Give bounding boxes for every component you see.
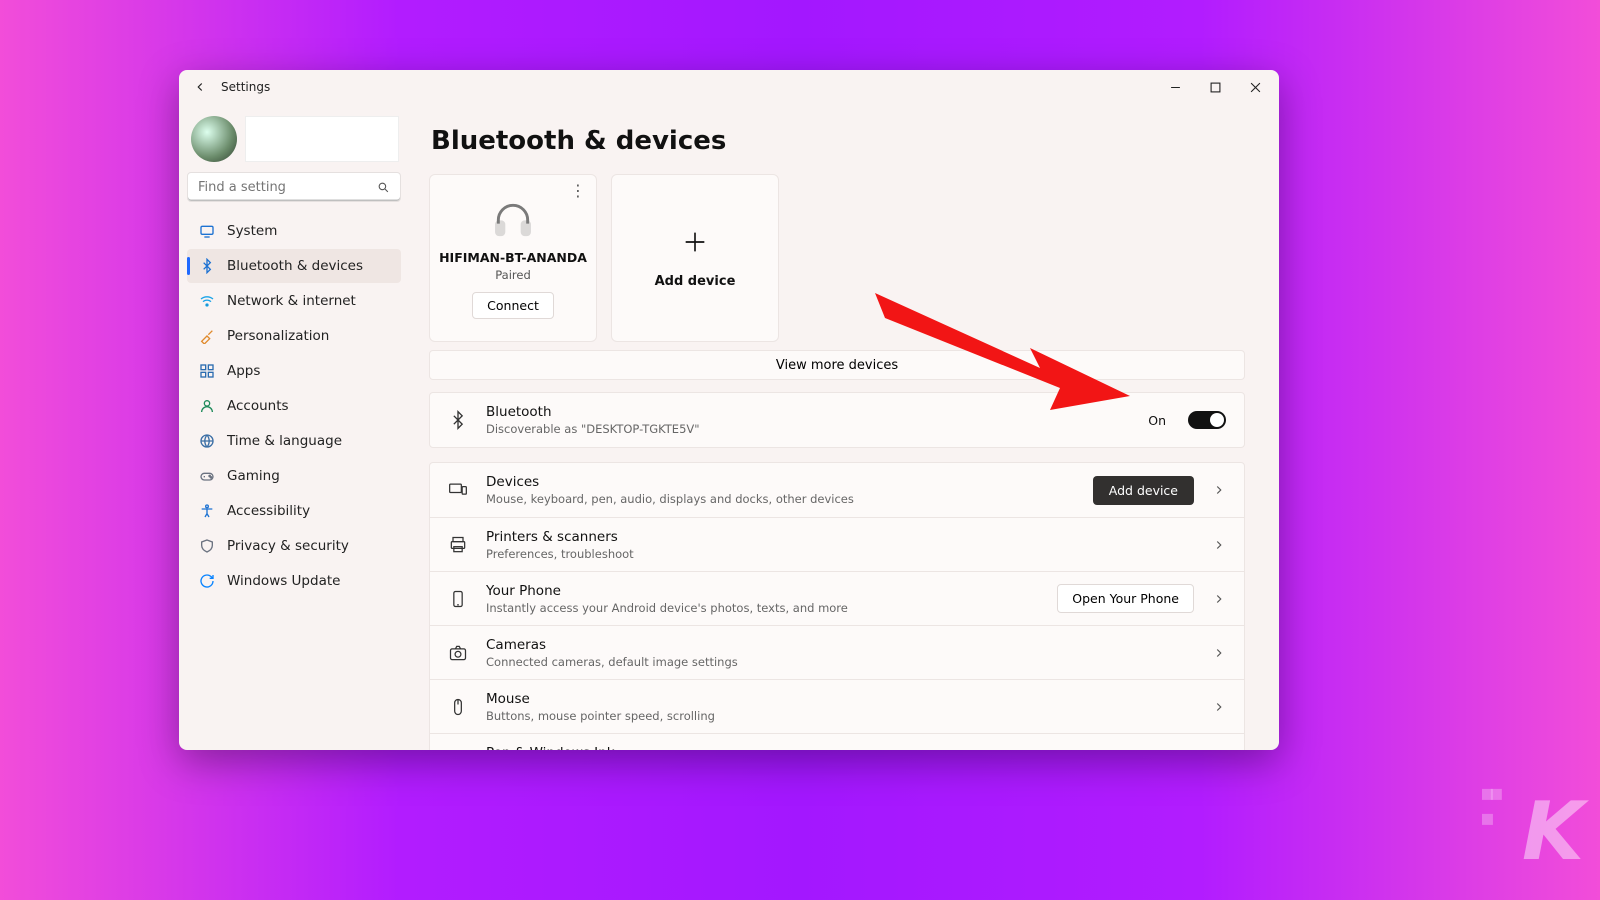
row-subtitle: Buttons, mouse pointer speed, scrolling xyxy=(486,709,1194,723)
devices-icon xyxy=(448,480,468,500)
settings-row-mouse[interactable]: Mouse Buttons, mouse pointer speed, scrol… xyxy=(430,679,1244,733)
sidebar-item-wifi[interactable]: Network & internet xyxy=(187,284,401,318)
row-subtitle: Mouse, keyboard, pen, audio, displays an… xyxy=(486,492,1075,506)
search-input[interactable] xyxy=(198,180,377,195)
settings-window: Settings System Bluetooth & devices Networ… xyxy=(179,70,1279,750)
bluetooth-toggle[interactable] xyxy=(1188,411,1226,429)
more-icon[interactable]: ⋮ xyxy=(570,183,586,199)
add-device-button[interactable]: Add device xyxy=(1093,476,1194,505)
settings-row-camera[interactable]: Cameras Connected cameras, default image … xyxy=(430,625,1244,679)
row-title: Cameras xyxy=(486,637,1194,653)
accessibility-icon xyxy=(199,503,215,519)
row-title: Devices xyxy=(486,474,1075,490)
device-name: HIFIMAN-BT-ANANDA xyxy=(439,250,587,265)
printer-icon xyxy=(448,535,468,555)
sidebar-item-system[interactable]: System xyxy=(187,214,401,248)
row-subtitle: Preferences, troubleshoot xyxy=(486,547,1194,561)
settings-row-pen[interactable]: Pen & Windows InkRight-handed or left-ha… xyxy=(430,733,1244,750)
close-button[interactable] xyxy=(1235,72,1275,102)
chevron-right-icon xyxy=(1212,538,1226,552)
bluetooth-state-label: On xyxy=(1148,413,1166,428)
chevron-right-icon xyxy=(1212,592,1226,606)
sidebar-item-label: Bluetooth & devices xyxy=(227,258,363,274)
row-subtitle: Instantly access your Android device's p… xyxy=(486,601,1039,615)
search-icon xyxy=(377,181,390,194)
settings-row-phone[interactable]: Your Phone Instantly access your Android … xyxy=(430,571,1244,625)
sidebar-item-brush[interactable]: Personalization xyxy=(187,319,401,353)
watermark-k: ▪▪▪K xyxy=(1522,785,1578,878)
sidebar-item-label: Windows Update xyxy=(227,573,340,589)
system-icon xyxy=(199,223,215,239)
sidebar-item-label: Network & internet xyxy=(227,293,356,309)
sidebar-item-label: Gaming xyxy=(227,468,280,484)
sidebar-item-apps[interactable]: Apps xyxy=(187,354,401,388)
minimize-button[interactable] xyxy=(1155,72,1195,102)
sidebar-item-label: Accounts xyxy=(227,398,289,414)
open-your-phone-button[interactable]: Open Your Phone xyxy=(1057,584,1194,613)
chevron-right-icon xyxy=(1212,646,1226,660)
row-subtitle: Connected cameras, default image setting… xyxy=(486,655,1194,669)
avatar xyxy=(191,116,237,162)
sidebar-item-gaming[interactable]: Gaming xyxy=(187,459,401,493)
sidebar: System Bluetooth & devices Network & inter… xyxy=(179,104,409,750)
globe-icon xyxy=(199,433,215,449)
add-device-tile[interactable]: Add device xyxy=(611,174,779,342)
sidebar-nav: System Bluetooth & devices Network & inter… xyxy=(187,214,401,598)
apps-icon xyxy=(199,363,215,379)
bluetooth-subtitle: Discoverable as "DESKTOP-TGKTE5V" xyxy=(486,422,1130,436)
person-icon xyxy=(199,398,215,414)
add-device-label: Add device xyxy=(655,274,736,289)
page-title: Bluetooth & devices xyxy=(431,126,1245,156)
profile-name-box xyxy=(245,116,399,162)
bluetooth-icon xyxy=(199,258,215,274)
sidebar-item-label: Accessibility xyxy=(227,503,310,519)
window-controls xyxy=(1155,72,1275,102)
view-more-devices[interactable]: View more devices xyxy=(429,350,1245,380)
main-content[interactable]: Bluetooth & devices ⋮ HIFIMAN-BT-ANANDA … xyxy=(409,104,1279,750)
camera-icon xyxy=(448,643,468,663)
headphones-icon xyxy=(491,198,535,242)
bluetooth-title: Bluetooth xyxy=(486,404,1130,420)
bluetooth-row: Bluetooth Discoverable as "DESKTOP-TGKTE… xyxy=(430,393,1244,447)
settings-list: Devices Mouse, keyboard, pen, audio, disp… xyxy=(429,462,1245,750)
sidebar-item-label: Personalization xyxy=(227,328,329,344)
sidebar-item-label: Time & language xyxy=(227,433,342,449)
row-title: Pen & Windows Ink xyxy=(486,745,1194,751)
update-icon xyxy=(199,573,215,589)
wifi-icon xyxy=(199,293,215,309)
sidebar-item-update[interactable]: Windows Update xyxy=(187,564,401,598)
row-title: Your Phone xyxy=(486,583,1039,599)
brush-icon xyxy=(199,328,215,344)
shield-icon xyxy=(199,538,215,554)
plus-icon xyxy=(681,228,709,256)
app-title: Settings xyxy=(221,80,270,94)
row-title: Mouse xyxy=(486,691,1194,707)
gaming-icon xyxy=(199,468,215,484)
settings-row-printer[interactable]: Printers & scanners Preferences, troubles… xyxy=(430,517,1244,571)
connect-button[interactable]: Connect xyxy=(472,292,554,319)
sidebar-item-shield[interactable]: Privacy & security xyxy=(187,529,401,563)
sidebar-item-label: Apps xyxy=(227,363,260,379)
row-title: Printers & scanners xyxy=(486,529,1194,545)
sidebar-item-accessibility[interactable]: Accessibility xyxy=(187,494,401,528)
search-box[interactable] xyxy=(187,172,401,202)
chevron-right-icon xyxy=(1212,700,1226,714)
device-tile[interactable]: ⋮ HIFIMAN-BT-ANANDA Paired Connect xyxy=(429,174,597,342)
maximize-button[interactable] xyxy=(1195,72,1235,102)
device-status: Paired xyxy=(495,268,531,282)
sidebar-item-person[interactable]: Accounts xyxy=(187,389,401,423)
sidebar-item-label: Privacy & security xyxy=(227,538,349,554)
settings-row-devices[interactable]: Devices Mouse, keyboard, pen, audio, disp… xyxy=(430,463,1244,517)
sidebar-item-globe[interactable]: Time & language xyxy=(187,424,401,458)
bluetooth-card: Bluetooth Discoverable as "DESKTOP-TGKTE… xyxy=(429,392,1245,448)
phone-icon xyxy=(448,589,468,609)
sidebar-item-bluetooth[interactable]: Bluetooth & devices xyxy=(187,249,401,283)
mouse-icon xyxy=(448,697,468,717)
profile-row[interactable] xyxy=(187,112,401,166)
titlebar: Settings xyxy=(179,70,1279,104)
sidebar-item-label: System xyxy=(227,223,277,239)
back-icon[interactable] xyxy=(193,80,207,94)
bluetooth-icon xyxy=(448,410,468,430)
chevron-right-icon xyxy=(1212,483,1226,497)
